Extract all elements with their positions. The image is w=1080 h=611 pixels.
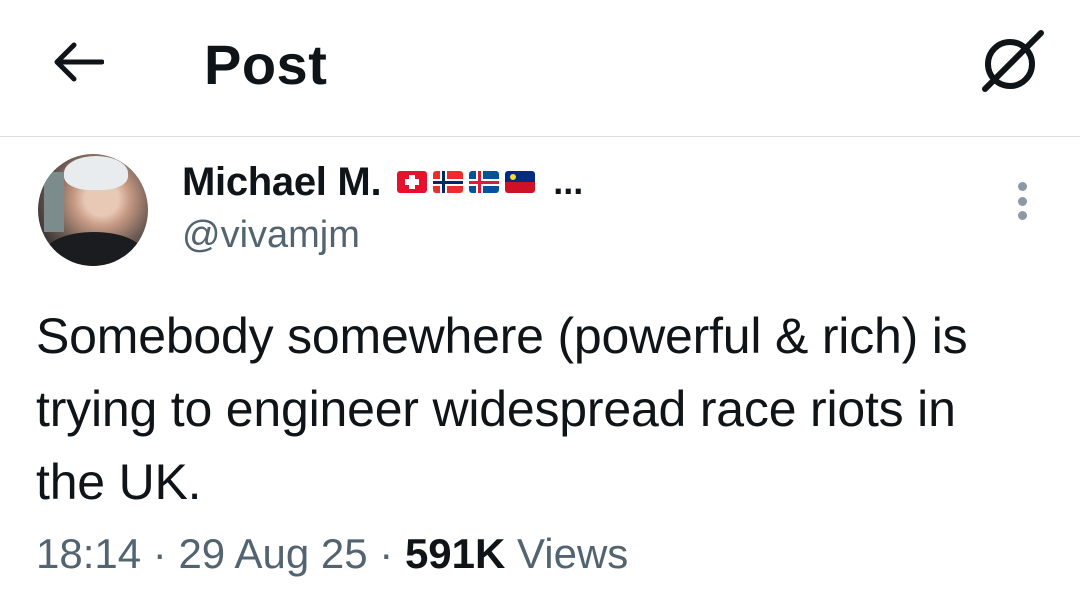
post-time: 18:14 bbox=[36, 530, 142, 577]
more-options-button[interactable] bbox=[1004, 176, 1040, 226]
meta-separator: · bbox=[367, 530, 405, 577]
switzerland-flag-icon bbox=[397, 171, 428, 193]
display-name[interactable]: Michael M. bbox=[182, 160, 382, 205]
views-label: Views bbox=[505, 530, 629, 577]
grok-icon bbox=[982, 30, 1044, 92]
post-meta: 18:14 · 29 Aug 25 · 591K Views bbox=[36, 530, 628, 578]
author-name-row[interactable]: Michael M. ... bbox=[182, 157, 583, 207]
liechtenstein-flag-icon bbox=[505, 171, 536, 193]
author-handle[interactable]: @vivamjm bbox=[182, 214, 360, 257]
more-dot-icon bbox=[1017, 196, 1027, 206]
iceland-flag-icon bbox=[469, 171, 500, 193]
arrow-left-icon bbox=[54, 42, 104, 82]
post-text: Somebody somewhere (powerful & rich) is … bbox=[36, 308, 968, 510]
name-truncation: ... bbox=[553, 161, 584, 202]
grok-button[interactable] bbox=[976, 26, 1048, 98]
views-count[interactable]: 591K bbox=[405, 530, 505, 577]
norway-flag-icon bbox=[433, 171, 464, 193]
more-dot-icon bbox=[1017, 182, 1027, 191]
more-dot-icon bbox=[1017, 211, 1027, 220]
avatar[interactable] bbox=[38, 154, 148, 266]
back-button[interactable] bbox=[48, 36, 108, 88]
post-date: 29 Aug 25 bbox=[178, 530, 368, 577]
page-title: Post bbox=[204, 33, 328, 96]
meta-separator: · bbox=[141, 530, 179, 577]
flag-emojis bbox=[395, 168, 537, 196]
top-bar: Post bbox=[0, 0, 1080, 137]
